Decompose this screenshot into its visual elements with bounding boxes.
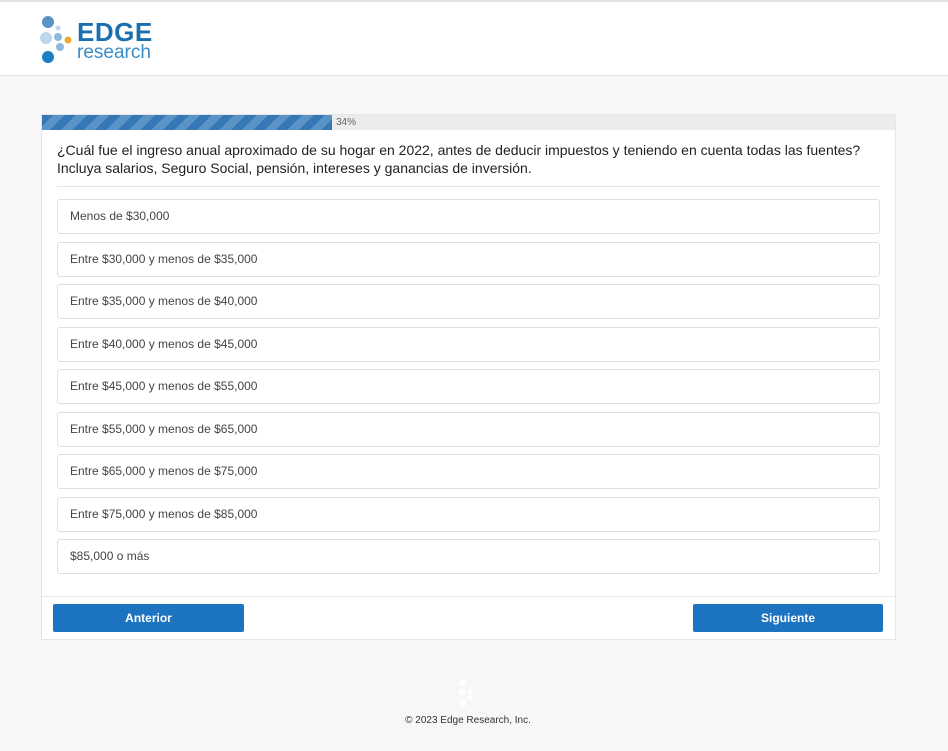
footer-logo-icon	[458, 679, 473, 707]
answer-option[interactable]: Entre $75,000 y menos de $85,000	[57, 497, 880, 532]
answer-option[interactable]: Entre $65,000 y menos de $75,000	[57, 454, 880, 489]
answer-option[interactable]: Menos de $30,000	[57, 199, 880, 234]
survey-card: 34% ¿Cuál fue el ingreso anual aproximad…	[41, 114, 896, 640]
progress-fill	[42, 115, 332, 130]
copyright-text: © 2023 Edge Research, Inc.	[405, 715, 531, 726]
answer-option[interactable]: $85,000 o más	[57, 539, 880, 574]
previous-button[interactable]: Anterior	[53, 604, 244, 632]
answer-option[interactable]: Entre $30,000 y menos de $35,000	[57, 242, 880, 277]
site-header: EDGE research	[0, 0, 948, 76]
question-text: ¿Cuál fue el ingreso anual aproximado de…	[57, 142, 861, 176]
nav-divider	[42, 596, 895, 597]
next-button[interactable]: Siguiente	[693, 604, 883, 632]
edge-research-logo: EDGE research	[38, 14, 158, 66]
logo-dots-icon	[40, 16, 72, 63]
answer-option[interactable]: Entre $55,000 y menos de $65,000	[57, 412, 880, 447]
progress-percent: 34%	[336, 117, 357, 128]
answer-option[interactable]: Entre $40,000 y menos de $45,000	[57, 327, 880, 362]
progress-bar: 34%	[42, 115, 895, 130]
logo-wordmark-research: research	[77, 42, 151, 63]
question-divider	[57, 186, 880, 187]
answer-option[interactable]: Entre $45,000 y menos de $55,000	[57, 369, 880, 404]
answer-option[interactable]: Entre $35,000 y menos de $40,000	[57, 284, 880, 319]
